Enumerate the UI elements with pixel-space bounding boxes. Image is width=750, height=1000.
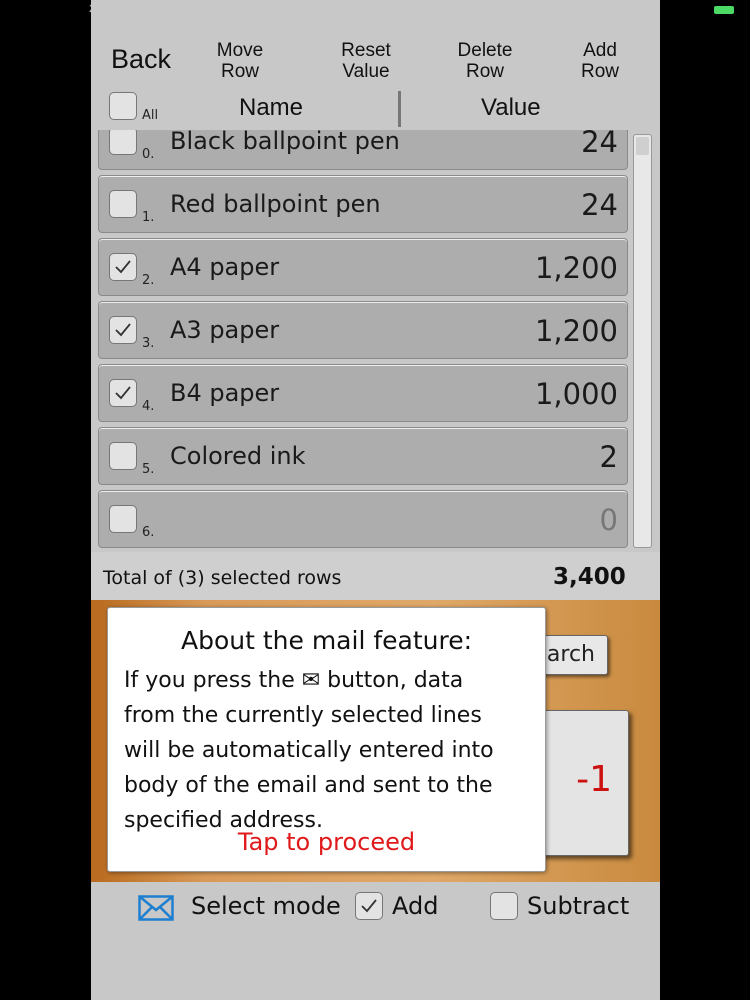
add-mode-label: Add <box>392 892 439 920</box>
row-name: A4 paper <box>170 253 280 281</box>
name-column-header: Name <box>239 94 304 121</box>
value-column-header: Value <box>481 94 541 121</box>
subtract-mode-label: Subtract <box>527 892 630 920</box>
select-mode-label: Select mode <box>191 892 341 920</box>
toolbar: Back Move Row Reset Value Delete Row Add… <box>91 0 660 90</box>
table-row[interactable]: 5. Colored ink 2 <box>98 427 628 485</box>
reset-value-button[interactable]: Reset Value <box>311 40 421 82</box>
row-name: Red ballpoint pen <box>170 190 381 218</box>
table-row[interactable]: 6. 0 <box>98 490 628 548</box>
row-checkbox[interactable] <box>109 505 137 533</box>
row-checkbox[interactable] <box>109 130 137 155</box>
popup-body: If you press the ✉ button, data from the… <box>124 663 534 838</box>
move-row-label-2: Row <box>220 61 259 82</box>
popup-title: About the mail feature: <box>180 626 473 655</box>
row-index: 2. <box>142 273 155 288</box>
row-value: 0 <box>599 503 618 537</box>
minus-one-label: -1 <box>576 759 612 800</box>
popup-line: will be automatically entered into <box>124 738 494 763</box>
mail-icon[interactable] <box>138 895 174 921</box>
add-mode-checkbox[interactable] <box>355 892 383 920</box>
row-value: 1,000 <box>534 377 618 411</box>
search-button-label: arch <box>546 642 595 667</box>
reset-value-label-2: Value <box>342 61 390 82</box>
row-checkbox[interactable] <box>109 442 137 470</box>
table-row[interactable]: 1. Red ballpoint pen 24 <box>98 175 628 233</box>
list-scrollbar[interactable] <box>633 134 652 548</box>
delete-row-label-2: Row <box>465 61 504 82</box>
battery-icon <box>714 6 734 14</box>
scrollbar-thumb[interactable] <box>636 137 649 155</box>
mode-bar: Select mode Add Subtract <box>91 882 660 932</box>
tap-to-proceed[interactable]: Tap to proceed <box>108 828 545 856</box>
select-all-label: All <box>142 108 159 123</box>
popup-line: body of the email and sent to the <box>124 773 493 798</box>
move-row-button[interactable]: Move Row <box>185 40 295 82</box>
row-checkbox[interactable] <box>109 253 137 281</box>
row-index: 5. <box>142 462 155 477</box>
total-label: Total of (3) selected rows <box>103 567 342 589</box>
row-checkbox[interactable] <box>109 316 137 344</box>
row-checkbox[interactable] <box>109 190 137 218</box>
delete-row-label-1: Delete <box>457 40 513 61</box>
column-divider <box>398 91 401 127</box>
add-row-label-2: Row <box>580 61 619 82</box>
table-row[interactable]: 4. B4 paper 1,000 <box>98 364 628 422</box>
popup-line: from the currently selected lines <box>124 703 482 728</box>
check-icon <box>115 323 131 337</box>
check-icon <box>115 260 131 274</box>
subtract-mode-checkbox[interactable] <box>490 892 518 920</box>
back-button[interactable]: Back <box>111 44 171 75</box>
add-row-button[interactable]: Add Row <box>545 40 655 82</box>
row-index: 3. <box>142 336 155 351</box>
total-value: 3,400 <box>553 564 626 590</box>
row-value: 24 <box>581 188 618 222</box>
item-list: 0. Black ballpoint pen 24 1. Red ballpoi… <box>91 130 660 552</box>
total-bar: Total of (3) selected rows 3,400 <box>91 552 660 600</box>
popup-line: If you press the ✉ button, data <box>124 668 464 693</box>
row-name: Black ballpoint pen <box>170 130 400 155</box>
row-name: Colored ink <box>170 442 306 470</box>
mail-feature-popup[interactable]: About the mail feature: If you press the… <box>107 607 546 872</box>
row-index: 1. <box>142 210 155 225</box>
table-row[interactable]: 3. A3 paper 1,200 <box>98 301 628 359</box>
row-value: 1,200 <box>534 314 618 348</box>
search-button[interactable]: arch <box>536 635 608 675</box>
select-all-checkbox[interactable] <box>109 92 137 120</box>
check-icon <box>361 899 377 913</box>
add-row-label-1: Add <box>583 40 617 61</box>
row-name: A3 paper <box>170 316 280 344</box>
row-index: 4. <box>142 399 155 414</box>
row-index: 6. <box>142 525 155 540</box>
row-value: 1,200 <box>534 251 618 285</box>
delete-row-button[interactable]: Delete Row <box>430 40 540 82</box>
check-icon <box>115 386 131 400</box>
move-row-label-1: Move <box>216 40 264 61</box>
row-value: 24 <box>581 130 618 159</box>
row-value: 2 <box>599 440 618 474</box>
row-name: B4 paper <box>170 379 280 407</box>
calculator-panel: arch -1 About the mail feature: If you p… <box>91 600 660 882</box>
app-window: Back Move Row Reset Value Delete Row Add… <box>91 0 660 1000</box>
reset-value-label-1: Reset <box>341 40 391 61</box>
row-index: 0. <box>142 147 155 162</box>
row-checkbox[interactable] <box>109 379 137 407</box>
table-row[interactable]: 2. A4 paper 1,200 <box>98 238 628 296</box>
table-row[interactable]: 0. Black ballpoint pen 24 <box>98 130 628 170</box>
